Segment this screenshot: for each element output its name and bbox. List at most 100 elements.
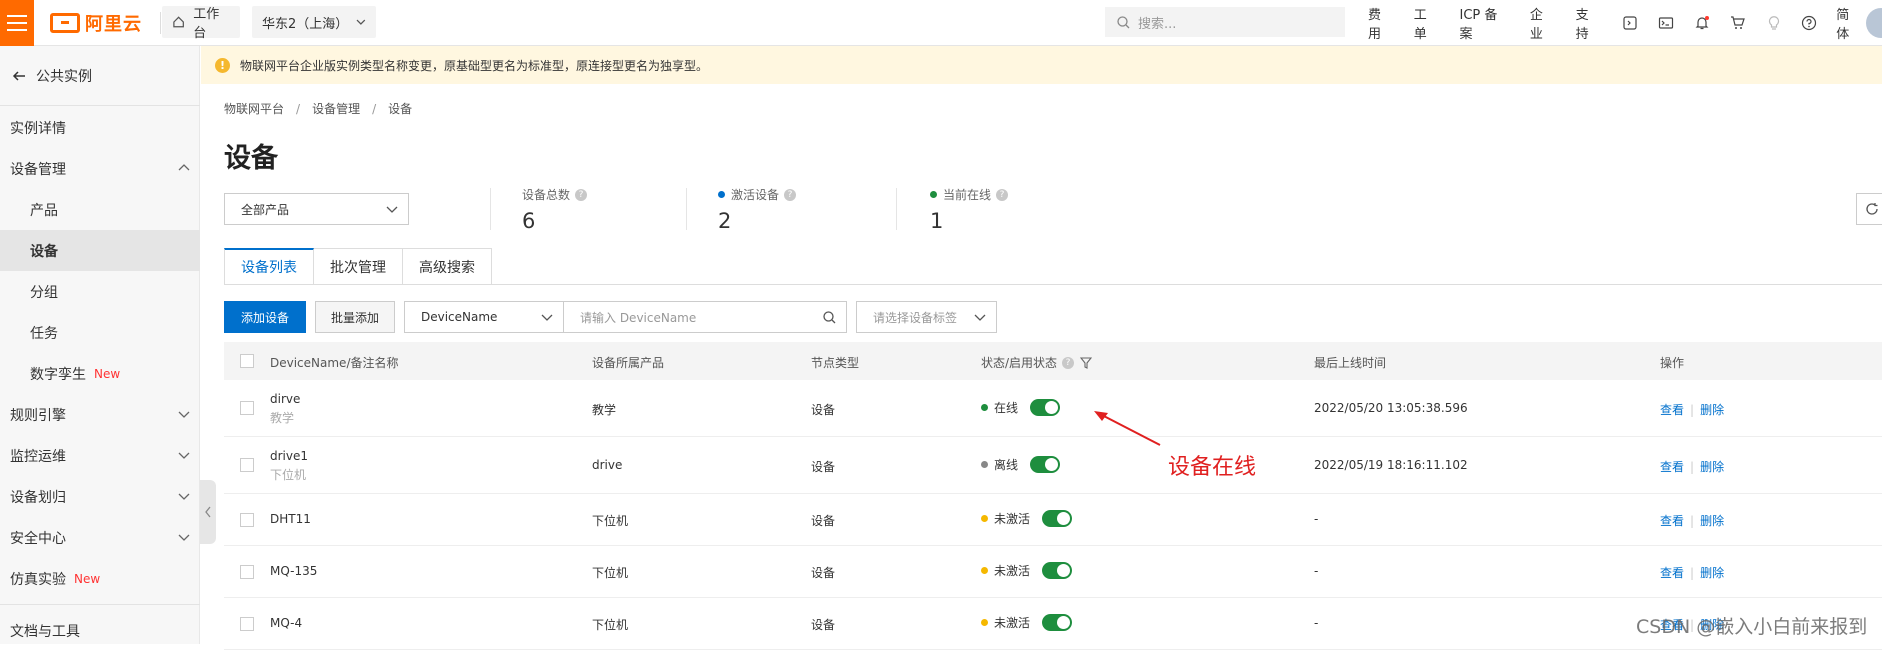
chevron-down-icon	[178, 452, 190, 459]
chevron-down-icon	[178, 534, 190, 541]
nav-ticket[interactable]: 工单	[1414, 4, 1440, 42]
cart-icon[interactable]	[1729, 14, 1747, 32]
table-row: MQ-135 下位机 设备 未激活 - 查看 | 删除	[224, 546, 1882, 598]
page-title: 设备	[224, 143, 278, 174]
sidebar-item-docs-tools[interactable]: 文档与工具	[0, 610, 200, 651]
bell-icon[interactable]	[1693, 14, 1711, 32]
row-checkbox[interactable]	[240, 565, 254, 579]
device-name: MQ-4	[270, 616, 303, 630]
tab-batch-management[interactable]: 批次管理	[314, 248, 403, 285]
filter-icon[interactable]	[1080, 356, 1093, 369]
divider	[896, 188, 897, 230]
sidebar-item-label: 设备管理	[10, 161, 66, 178]
tab-advanced-search[interactable]: 高级搜索	[403, 248, 492, 285]
terminal-icon[interactable]	[1657, 14, 1675, 32]
filter-field-select[interactable]: DeviceName	[404, 301, 564, 333]
enable-toggle[interactable]	[1030, 456, 1061, 473]
sidebar-item-simulation[interactable]: 仿真实验 New	[0, 558, 200, 599]
delete-link[interactable]: 删除	[1700, 564, 1724, 581]
col-actions: 操作	[1660, 356, 1685, 370]
device-name: drive1	[270, 449, 309, 463]
device-name-search-input[interactable]: 请输入 DeviceName	[563, 301, 847, 333]
search-icon[interactable]	[823, 311, 836, 324]
view-link[interactable]: 查看	[1660, 401, 1684, 418]
status-dot	[981, 515, 988, 522]
add-device-button[interactable]: 添加设备	[224, 301, 306, 333]
view-link[interactable]: 查看	[1660, 512, 1684, 529]
logo-text: 阿里云	[85, 14, 142, 35]
row-checkbox[interactable]	[240, 513, 254, 527]
status-dot	[718, 191, 725, 198]
sidebar-item-groups[interactable]: 分组	[0, 271, 200, 312]
device-product: 下位机	[592, 566, 629, 580]
sidebar-item-tasks[interactable]: 任务	[0, 312, 200, 353]
row-checkbox[interactable]	[240, 401, 254, 415]
enable-toggle[interactable]	[1030, 399, 1061, 416]
node-type: 设备	[811, 514, 836, 528]
back-to-instances[interactable]: 公共实例	[0, 46, 200, 106]
breadcrumb-item-iot[interactable]: 物联网平台	[224, 100, 284, 117]
nav-icp[interactable]: ICP 备案	[1460, 4, 1510, 42]
view-link[interactable]: 查看	[1660, 564, 1684, 581]
chevron-down-icon	[356, 19, 366, 25]
row-checkbox[interactable]	[240, 458, 254, 472]
sidebar-item-rules-engine[interactable]: 规则引擎	[0, 394, 200, 435]
sidebar-item-label: 设备	[30, 243, 58, 260]
aliyun-logo[interactable]: 阿里云	[50, 10, 142, 36]
refresh-button[interactable]	[1856, 193, 1882, 225]
cloud-shell-icon[interactable]	[1621, 14, 1639, 32]
help-icon[interactable]: ?	[1062, 356, 1075, 369]
language-switch[interactable]: 简体	[1836, 4, 1862, 42]
search-placeholder: 搜索...	[1138, 16, 1177, 32]
tab-device-list[interactable]: 设备列表	[224, 248, 314, 285]
help-icon[interactable]: ?	[575, 188, 588, 201]
col-node-type: 节点类型	[811, 356, 860, 370]
device-name: DHT11	[270, 512, 311, 526]
sidebar-item-instance-details[interactable]: 实例详情	[0, 107, 200, 148]
breadcrumb-item-device-management[interactable]: 设备管理	[312, 100, 360, 117]
nav-billing[interactable]: 费用	[1368, 4, 1394, 42]
nav-enterprise[interactable]: 企业	[1530, 4, 1556, 42]
delete-link[interactable]: 删除	[1700, 512, 1724, 529]
enable-toggle[interactable]	[1042, 562, 1073, 579]
menu-button[interactable]	[0, 0, 34, 46]
sidebar-collapse-handle[interactable]	[200, 480, 216, 544]
workbench-button[interactable]: 工作台	[162, 6, 240, 41]
help-icon[interactable]	[1800, 14, 1818, 32]
delete-link[interactable]: 删除	[1700, 458, 1724, 475]
sidebar-item-digital-twin[interactable]: 数字孪生 New	[0, 353, 200, 394]
sidebar-item-security[interactable]: 安全中心	[0, 517, 200, 558]
last-online-time: 2022/05/19 18:16:11.102	[1314, 458, 1468, 472]
refresh-icon	[1866, 203, 1878, 215]
row-checkbox[interactable]	[240, 617, 254, 631]
sidebar-divider	[0, 604, 200, 605]
chevron-down-icon	[178, 411, 190, 418]
notice-text: 物联网平台企业版实例类型名称变更，原基础型更名为标准型，原连接型更名为独享型。	[240, 58, 709, 73]
annotation-label: 设备在线	[1168, 455, 1257, 480]
filter-field-value: DeviceName	[421, 310, 498, 324]
enable-toggle[interactable]	[1042, 614, 1073, 631]
sidebar-item-devices[interactable]: 设备	[0, 230, 200, 271]
delete-link[interactable]: 删除	[1700, 401, 1724, 418]
sidebar-item-label: 安全中心	[10, 530, 66, 547]
sidebar-item-device-assignment[interactable]: 设备划归	[0, 476, 200, 517]
batch-add-button[interactable]: 批量添加	[315, 301, 395, 333]
view-link[interactable]: 查看	[1660, 458, 1684, 475]
global-search-input[interactable]: 搜索...	[1105, 7, 1345, 37]
last-online-time: -	[1314, 616, 1319, 630]
enable-toggle[interactable]	[1042, 510, 1073, 527]
sidebar-item-label: 产品	[30, 202, 58, 219]
sidebar-item-device-management[interactable]: 设备管理	[0, 148, 200, 189]
select-all-checkbox[interactable]	[240, 354, 254, 368]
sidebar-item-products[interactable]: 产品	[0, 189, 200, 230]
lightbulb-icon[interactable]	[1765, 14, 1783, 32]
device-tag-select[interactable]: 请选择设备标签	[856, 301, 997, 333]
device-product: 下位机	[592, 618, 629, 632]
workbench-label: 工作台	[193, 7, 220, 41]
product-select[interactable]: 全部产品	[224, 193, 409, 225]
help-icon[interactable]: ?	[996, 188, 1009, 201]
help-icon[interactable]: ?	[784, 188, 797, 201]
region-selector[interactable]: 华东2（上海）	[252, 6, 376, 38]
sidebar-item-monitoring[interactable]: 监控运维	[0, 435, 200, 476]
nav-support[interactable]: 支持	[1576, 4, 1602, 42]
